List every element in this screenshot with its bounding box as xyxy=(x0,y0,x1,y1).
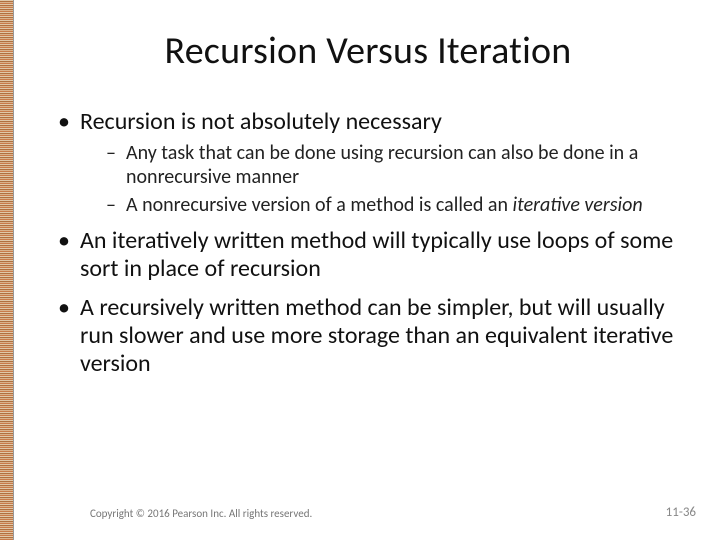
bullet-list: Recursion is not absolutely necessary An… xyxy=(46,108,690,379)
sub-bullet-1-2-text-a: A nonrecursive version of a method is ca… xyxy=(126,193,513,217)
bullet-3-text: A recursively written method can be simp… xyxy=(80,293,673,379)
bullet-2-text: An iteratively written method will typic… xyxy=(80,226,673,283)
bullet-1-text: Recursion is not absolutely necessary xyxy=(80,107,442,136)
footer-copyright: Copyright © 2016 Pearson Inc. All rights… xyxy=(90,507,312,520)
footer-page-number: 11-36 xyxy=(666,505,696,520)
sub-bullet-1-1: Any task that can be done using recursio… xyxy=(106,142,690,189)
bullet-3: A recursively written method can be simp… xyxy=(58,294,690,379)
sub-bullet-1-2-text-b: iterative version xyxy=(513,193,643,217)
sub-bullet-list-1: Any task that can be done using recursio… xyxy=(80,142,690,217)
slide-title: Recursion Versus Iteration xyxy=(46,28,690,74)
bullet-1: Recursion is not absolutely necessary An… xyxy=(58,108,690,217)
sub-bullet-1-2: A nonrecursive version of a method is ca… xyxy=(106,194,690,218)
bullet-2: An iteratively written method will typic… xyxy=(58,227,690,284)
sub-bullet-1-1-text: Any task that can be done using recursio… xyxy=(126,141,638,189)
slide-body: Recursion Versus Iteration Recursion is … xyxy=(0,0,720,540)
